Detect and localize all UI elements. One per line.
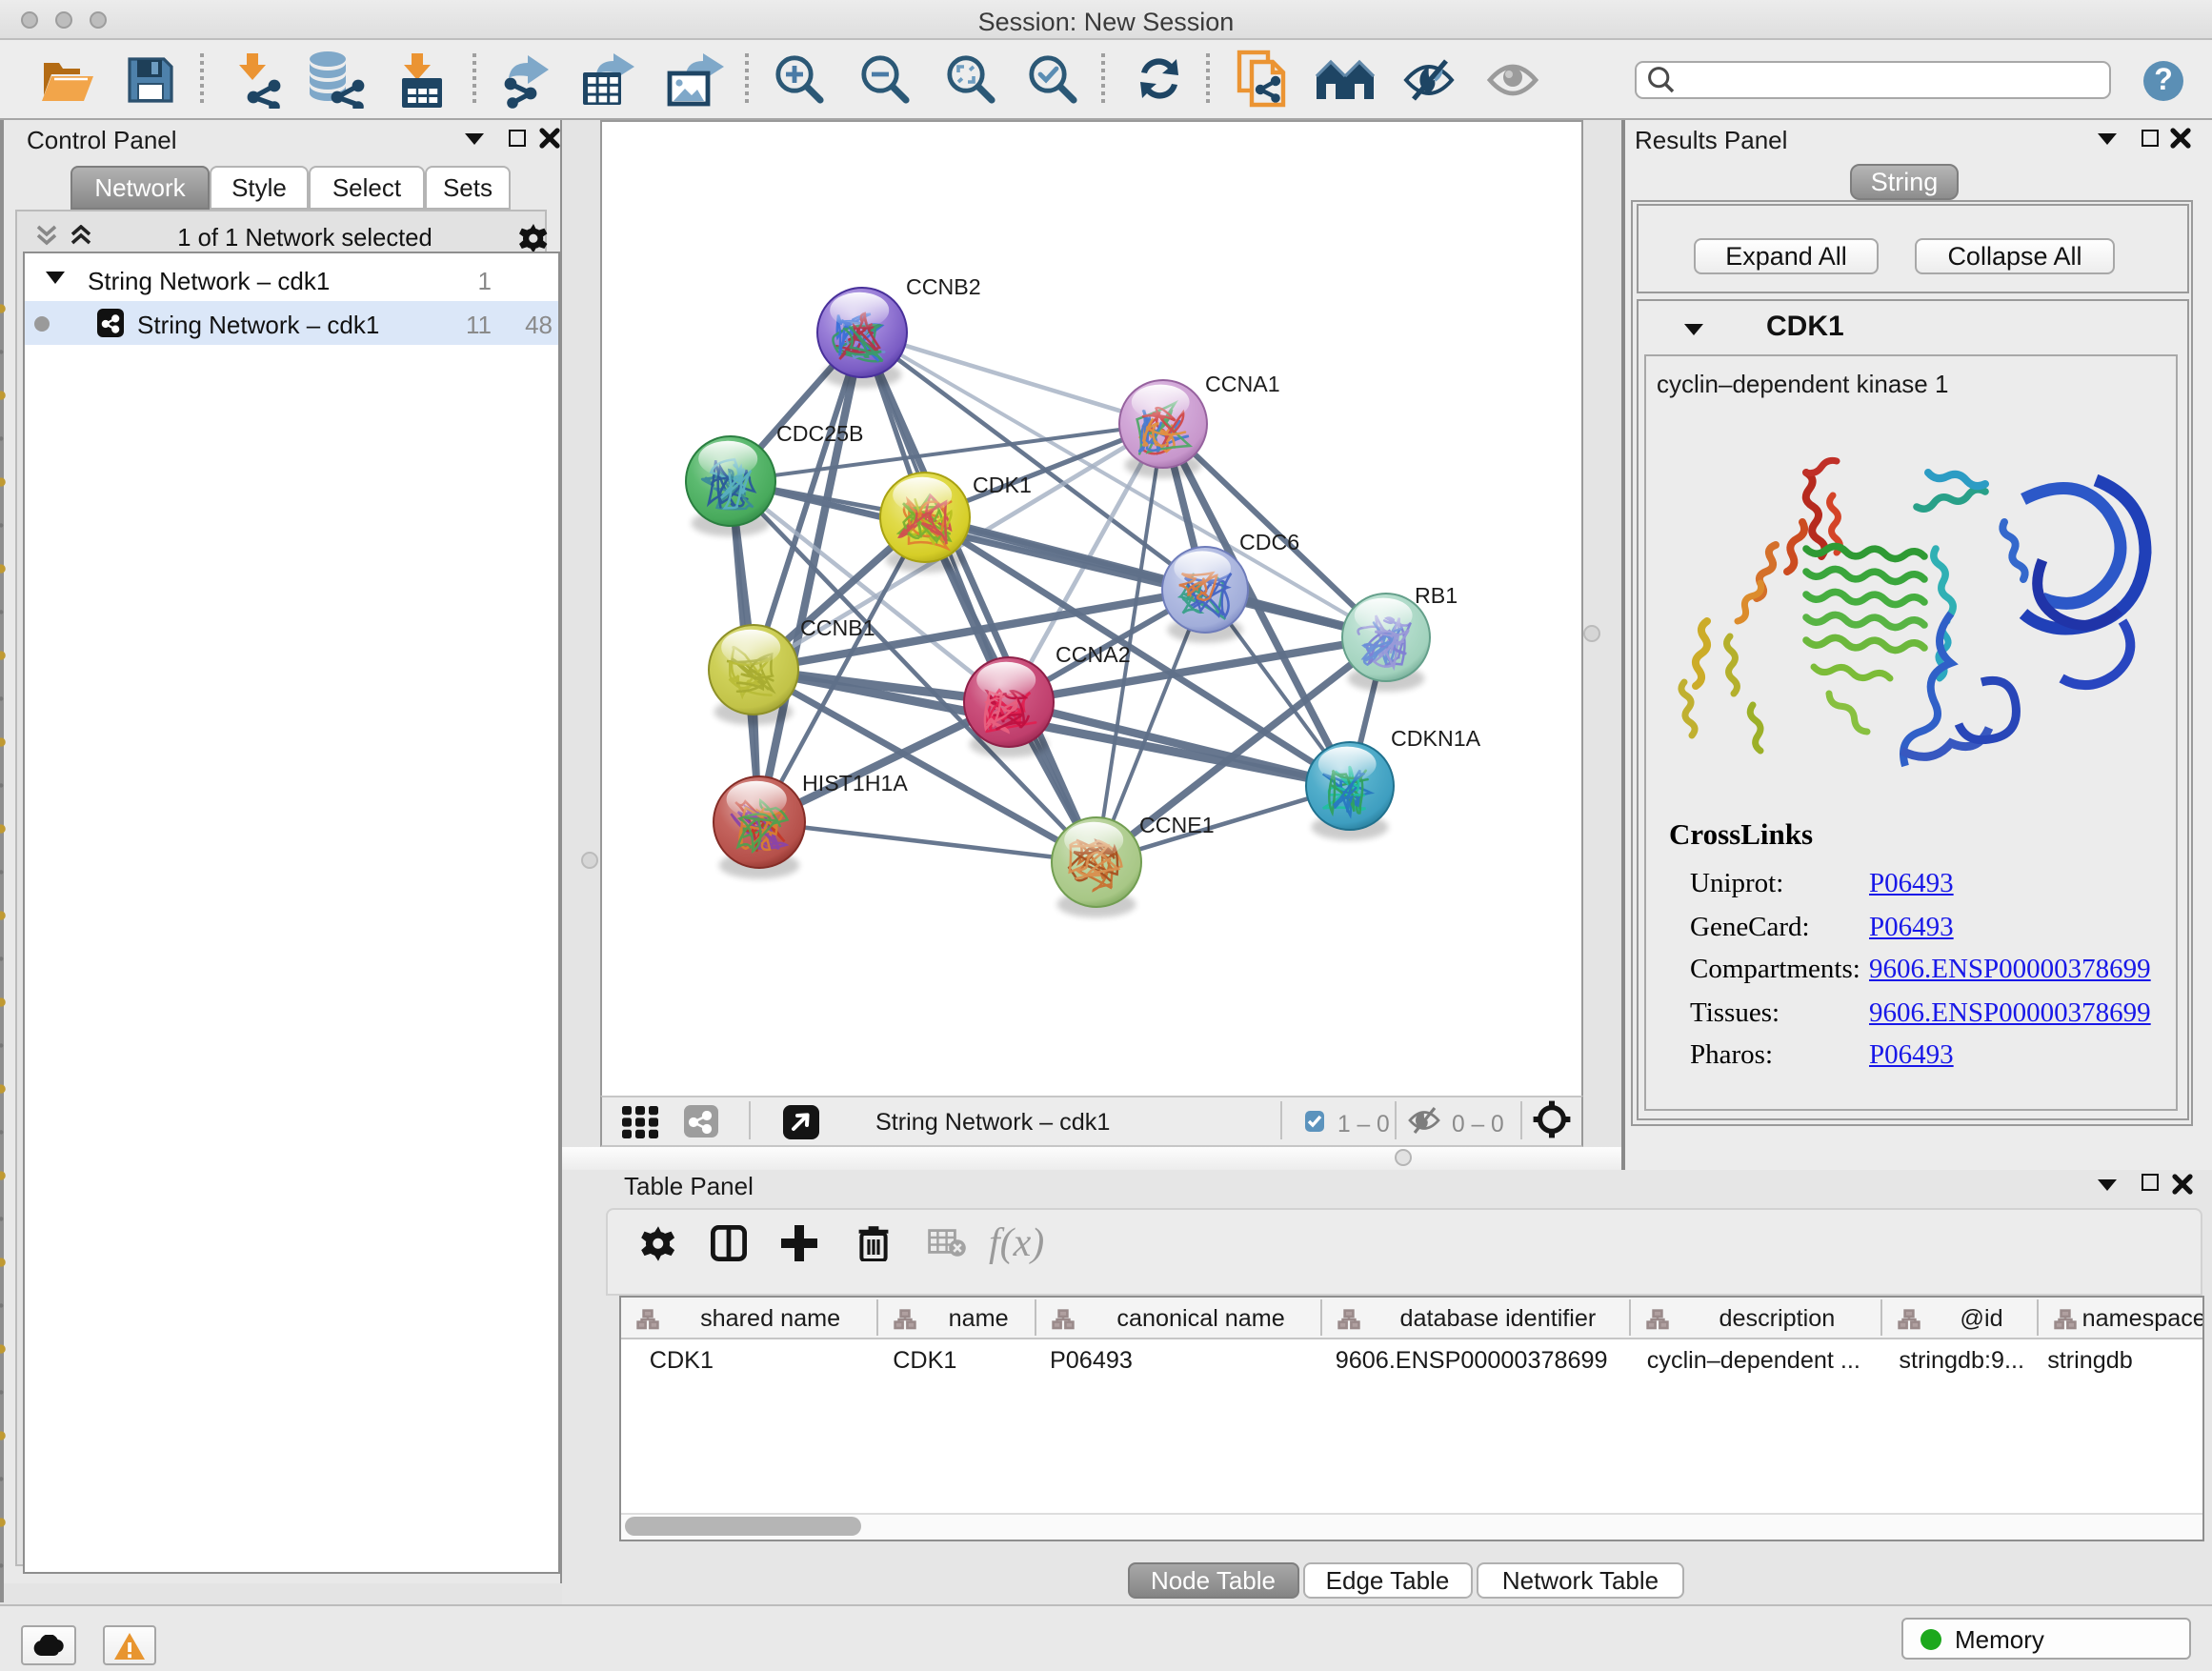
svg-text:HIST1H1A: HIST1H1A — [801, 770, 907, 795]
svg-text:CCNB1: CCNB1 — [799, 614, 875, 639]
svg-text:CDKN1A: CDKN1A — [1390, 725, 1480, 750]
svg-text:RB1: RB1 — [1414, 582, 1457, 607]
svg-text:CCNA2: CCNA2 — [1055, 641, 1130, 666]
svg-text:CCNE1: CCNE1 — [1138, 812, 1214, 836]
svg-text:CDK1: CDK1 — [972, 472, 1031, 496]
svg-text:CDC6: CDC6 — [1238, 529, 1298, 554]
svg-text:CCNB2: CCNB2 — [905, 273, 980, 298]
svg-text:CCNA1: CCNA1 — [1204, 371, 1279, 395]
svg-text:CDC25B: CDC25B — [775, 420, 863, 445]
